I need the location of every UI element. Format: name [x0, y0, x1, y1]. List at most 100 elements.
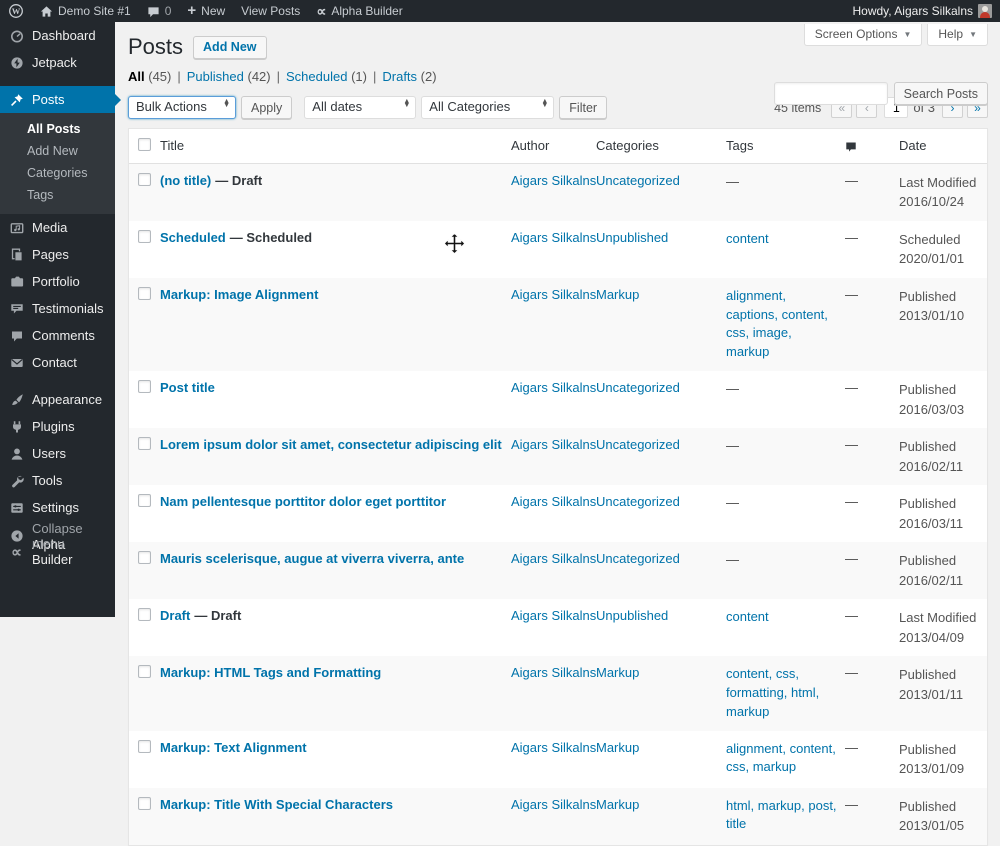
author-link[interactable]: Aigars Silkalns: [511, 380, 596, 395]
sidebar-item-appearance[interactable]: Appearance: [0, 386, 115, 413]
post-title-link[interactable]: Nam pellentesque porttitor dolor eget po…: [160, 494, 446, 509]
row-checkbox[interactable]: [138, 740, 151, 753]
sidebar-item-pages[interactable]: Pages: [0, 241, 115, 268]
sidebar-item-dashboard[interactable]: Dashboard: [0, 22, 115, 49]
post-title-link[interactable]: Markup: Text Alignment: [160, 740, 307, 755]
post-title-link[interactable]: Post title: [160, 380, 215, 395]
add-new-button[interactable]: Add New: [193, 36, 266, 59]
new-content-menu[interactable]: + New: [179, 0, 233, 22]
admin-bar-comments[interactable]: 0: [139, 0, 180, 22]
author-link[interactable]: Aigars Silkalns: [511, 608, 596, 623]
categories-filter-select[interactable]: All Categories ▲▼: [421, 96, 554, 119]
tags-links[interactable]: content: [726, 599, 845, 636]
row-checkbox[interactable]: [138, 287, 151, 300]
tags-links[interactable]: —: [726, 485, 845, 522]
tags-links[interactable]: html, markup, post, title: [726, 788, 845, 844]
category-link[interactable]: Markup: [596, 665, 639, 680]
author-link[interactable]: Aigars Silkalns: [511, 665, 596, 680]
site-name-link[interactable]: Demo Site #1: [32, 0, 139, 22]
my-account-menu[interactable]: Howdy, Aigars Silkalns: [845, 0, 1000, 22]
date-cell: Published2013/01/10: [899, 278, 987, 335]
row-checkbox[interactable]: [138, 230, 151, 243]
row-checkbox[interactable]: [138, 551, 151, 564]
sidebar-item-media[interactable]: Media: [0, 214, 115, 241]
row-checkbox[interactable]: [138, 173, 151, 186]
row-checkbox[interactable]: [138, 494, 151, 507]
filter-button[interactable]: Filter: [559, 96, 607, 119]
view-scheduled[interactable]: Scheduled: [286, 69, 347, 84]
dates-filter-select[interactable]: All dates ▲▼: [304, 96, 416, 119]
tags-links[interactable]: —: [726, 164, 845, 201]
wordpress-logo-menu[interactable]: W: [0, 0, 32, 22]
category-link[interactable]: Markup: [596, 797, 639, 812]
search-posts-button[interactable]: Search Posts: [894, 82, 988, 105]
category-link[interactable]: Uncategorized: [596, 380, 680, 395]
author-link[interactable]: Aigars Silkalns: [511, 551, 596, 566]
sidebar-item-users[interactable]: Users: [0, 440, 115, 467]
sidebar-item-portfolio[interactable]: Portfolio: [0, 268, 115, 295]
author-link[interactable]: Aigars Silkalns: [511, 230, 596, 245]
post-title-link[interactable]: Markup: Title With Special Characters: [160, 797, 393, 812]
post-title-link[interactable]: Markup: HTML Tags and Formatting: [160, 665, 381, 680]
submenu-add-new[interactable]: Add New: [0, 140, 115, 162]
sidebar-item-plugins[interactable]: Plugins: [0, 413, 115, 440]
sidebar-item-testimonials[interactable]: Testimonials: [0, 295, 115, 322]
bulk-actions-select[interactable]: Bulk Actions ▲▼: [128, 96, 236, 119]
column-header-date[interactable]: Date: [899, 129, 987, 163]
author-link[interactable]: Aigars Silkalns: [511, 494, 596, 509]
comments-column-icon[interactable]: [845, 132, 899, 160]
tags-links[interactable]: content, css, formatting, html, markup: [726, 656, 845, 731]
row-checkbox[interactable]: [138, 665, 151, 678]
search-input[interactable]: [774, 82, 888, 105]
tags-links[interactable]: alignment, content, css, markup: [726, 731, 845, 787]
category-link[interactable]: Uncategorized: [596, 437, 680, 452]
row-checkbox[interactable]: [138, 797, 151, 810]
sidebar-item-comments[interactable]: Comments: [0, 322, 115, 349]
submenu-tags[interactable]: Tags: [0, 184, 115, 206]
tags-links[interactable]: —: [726, 428, 845, 465]
category-link[interactable]: Unpublished: [596, 608, 668, 623]
post-title-link[interactable]: Scheduled: [160, 230, 226, 245]
row-checkbox[interactable]: [138, 608, 151, 621]
post-title-link[interactable]: Lorem ipsum dolor sit amet, consectetur …: [160, 437, 502, 452]
author-link[interactable]: Aigars Silkalns: [511, 740, 596, 755]
sidebar-item-posts[interactable]: Posts: [0, 86, 115, 113]
author-link[interactable]: Aigars Silkalns: [511, 437, 596, 452]
view-posts-link[interactable]: View Posts: [233, 0, 308, 22]
tags-links[interactable]: content: [726, 221, 845, 258]
view-published[interactable]: Published: [187, 69, 244, 84]
tags-links[interactable]: —: [726, 371, 845, 408]
category-link[interactable]: Markup: [596, 287, 639, 302]
sidebar-item-tools[interactable]: Tools: [0, 467, 115, 494]
post-title-link[interactable]: Draft: [160, 608, 190, 623]
category-link[interactable]: Uncategorized: [596, 551, 680, 566]
category-link[interactable]: Unpublished: [596, 230, 668, 245]
tags-links[interactable]: —: [726, 542, 845, 579]
post-title-link[interactable]: Mauris scelerisque, augue at viverra viv…: [160, 551, 464, 566]
author-link[interactable]: Aigars Silkalns: [511, 287, 596, 302]
row-checkbox[interactable]: [138, 437, 151, 450]
tags-links[interactable]: alignment, captions, content, css, image…: [726, 278, 845, 371]
view-drafts[interactable]: Drafts: [382, 69, 417, 84]
screen-options-button[interactable]: Screen Options ▼: [804, 24, 923, 46]
collapse-menu-button[interactable]: Collapse menu: [0, 515, 115, 557]
post-title-link[interactable]: Markup: Image Alignment: [160, 287, 318, 302]
select-all-checkbox[interactable]: [138, 138, 151, 151]
category-link[interactable]: Markup: [596, 740, 639, 755]
submenu-all-posts[interactable]: All Posts: [0, 118, 115, 140]
submenu-categories[interactable]: Categories: [0, 162, 115, 184]
alpha-builder-menu[interactable]: ∝ Alpha Builder: [308, 0, 410, 22]
author-link[interactable]: Aigars Silkalns: [511, 173, 596, 188]
author-link[interactable]: Aigars Silkalns: [511, 797, 596, 812]
apply-button[interactable]: Apply: [241, 96, 292, 119]
sidebar-item-contact[interactable]: Contact: [0, 349, 115, 376]
category-link[interactable]: Uncategorized: [596, 173, 680, 188]
column-header-title[interactable]: Title: [160, 131, 511, 160]
category-link[interactable]: Uncategorized: [596, 494, 680, 509]
view-all[interactable]: All: [128, 69, 145, 84]
row-checkbox[interactable]: [138, 380, 151, 393]
help-button[interactable]: Help ▼: [927, 24, 988, 46]
sidebar-item-jetpack[interactable]: Jetpack: [0, 49, 115, 76]
table-row: Markup: Image Alignment Aigars Silkalns …: [129, 278, 987, 371]
post-title-link[interactable]: (no title): [160, 173, 211, 188]
